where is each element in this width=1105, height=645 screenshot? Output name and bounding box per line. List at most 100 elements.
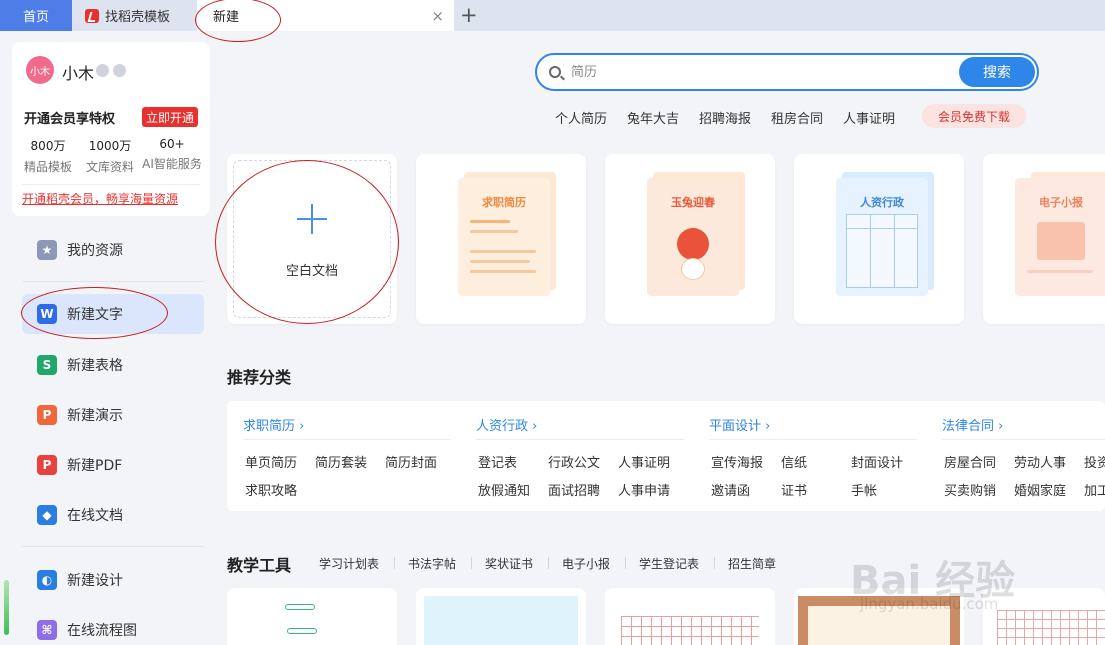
- template-card-rabbit[interactable]: 玉兔迎春: [605, 154, 775, 324]
- user-card: 小木 小木 开通会员享特权 立即开通 800万 精品模板 1000万 文库资料 …: [12, 42, 210, 216]
- stat-number: 1000万: [88, 139, 132, 153]
- category-item[interactable]: 行政公文: [548, 452, 600, 471]
- category-item[interactable]: 简历封面: [385, 452, 437, 471]
- tool-card-mindmap[interactable]: [227, 588, 397, 645]
- add-tab-icon[interactable]: +: [460, 3, 478, 27]
- open-vip-button[interactable]: 立即开通: [142, 107, 198, 127]
- chevron-right-icon: ›: [299, 419, 305, 434]
- tab-templates-label: 找稻壳模板: [105, 10, 171, 25]
- category-item[interactable]: 宣传海报: [711, 452, 763, 471]
- divider: [942, 439, 1105, 440]
- resume-thumbnail: 求职简历: [458, 178, 550, 296]
- category-item[interactable]: 封面设计: [851, 452, 903, 471]
- blank-document-card[interactable]: 空白文档: [227, 154, 397, 324]
- category-item[interactable]: 单页简历: [245, 452, 297, 471]
- category-item[interactable]: 买卖购销: [944, 480, 996, 499]
- hot-tag[interactable]: 招聘海报: [699, 108, 751, 127]
- category-item[interactable]: 人事证明: [618, 452, 670, 471]
- category-item[interactable]: 人事申请: [618, 480, 670, 499]
- stat-label: AI智能服务: [142, 157, 202, 171]
- sidebar-item-new-design[interactable]: ◐ 新建设计: [22, 560, 204, 600]
- divider: [625, 557, 626, 569]
- tab-home[interactable]: 首页: [0, 0, 72, 31]
- sidebar-item-online-doc[interactable]: ◆ 在线文档: [22, 495, 204, 535]
- tab-new-label: 新建: [213, 10, 240, 25]
- category-item[interactable]: 劳动人事: [1014, 452, 1066, 471]
- cloud-doc-icon: ◆: [37, 505, 57, 525]
- design-icon: ◐: [37, 570, 57, 590]
- category-panel: 求职简历 › 单页简历 简历套装 简历封面 求职攻略 人资行政 › 登记表 行政…: [227, 401, 1105, 511]
- category-item[interactable]: 房屋合同: [944, 452, 996, 471]
- category-item[interactable]: 手帐: [851, 480, 877, 499]
- hot-tag[interactable]: 兔年大吉: [627, 108, 679, 127]
- scrollbar[interactable]: [4, 580, 9, 635]
- user-name: 小木: [62, 64, 95, 83]
- table-rule: [870, 214, 871, 288]
- hr-thumbnail: 人资行政: [836, 178, 928, 296]
- category-item[interactable]: 简历套装: [315, 452, 367, 471]
- avatar[interactable]: 小木: [26, 56, 54, 84]
- category-item[interactable]: 婚姻家庭: [1014, 480, 1066, 499]
- hot-tag[interactable]: 人事证明: [843, 108, 895, 127]
- category-item[interactable]: 投资: [1084, 452, 1105, 471]
- tool-card-composition[interactable]: [605, 588, 775, 645]
- sidebar-item-label: 新建PDF: [67, 458, 123, 474]
- category-item[interactable]: 登记表: [478, 452, 517, 471]
- tool-card-newspaper[interactable]: [416, 588, 586, 645]
- vip-promo-link[interactable]: 开通稻壳会员，畅享海量资源: [22, 190, 178, 207]
- hot-tag[interactable]: 租房合同: [771, 108, 823, 127]
- free-download-button[interactable]: 会员免费下载: [922, 104, 1026, 128]
- tab-new[interactable]: 新建 ×: [197, 0, 454, 31]
- divider: [394, 557, 395, 569]
- vip-label: 开通会员享特权: [24, 112, 116, 127]
- category-head-label: 平面设计: [709, 419, 762, 434]
- sidebar-item-my-resources[interactable]: ★ 我的资源: [22, 230, 204, 270]
- chevron-right-icon: ›: [765, 419, 771, 434]
- sidebar-item-new-presentation[interactable]: P 新建演示: [22, 395, 204, 435]
- pdf-icon: P: [37, 455, 57, 475]
- sidebar-item-label: 新建演示: [67, 408, 123, 424]
- category-item[interactable]: 信纸: [781, 452, 807, 471]
- divider: [22, 184, 200, 185]
- table-illustration-icon: [846, 214, 918, 288]
- category-item[interactable]: 加工: [1084, 480, 1105, 499]
- hot-tag[interactable]: 个人简历: [555, 108, 607, 127]
- thumbnail-title: 人资行政: [860, 196, 904, 209]
- grid-paper-icon: [621, 616, 759, 645]
- star-icon: ★: [37, 240, 57, 260]
- tools-tab[interactable]: 学习计划表: [319, 555, 379, 572]
- template-card-newspaper[interactable]: 电子小报: [983, 154, 1105, 324]
- sidebar-item-new-spreadsheet[interactable]: S 新建表格: [22, 345, 204, 385]
- category-item[interactable]: 面试招聘: [548, 480, 600, 499]
- newspaper-thumbnail: 电子小报: [1015, 178, 1105, 296]
- search-button[interactable]: 搜索: [959, 57, 1035, 87]
- thumbnail-line: [470, 250, 536, 253]
- stat-number: 60+: [159, 137, 185, 151]
- sidebar-item-new-pdf[interactable]: P 新建PDF: [22, 445, 204, 485]
- search-icon: [549, 66, 561, 78]
- template-card-hr[interactable]: 人资行政: [794, 154, 964, 324]
- category-head-hr[interactable]: 人资行政 ›: [476, 415, 537, 434]
- tools-tab[interactable]: 书法字帖: [408, 555, 456, 572]
- template-card-resume[interactable]: 求职简历: [416, 154, 586, 324]
- tools-tab[interactable]: 奖状证书: [485, 555, 533, 572]
- member-badge-icon: [96, 64, 109, 77]
- sidebar-item-flowchart[interactable]: ⌘ 在线流程图: [22, 610, 204, 645]
- tools-tab[interactable]: 电子小报: [562, 555, 610, 572]
- category-head-graphic[interactable]: 平面设计 ›: [709, 415, 770, 434]
- tools-tab[interactable]: 学生登记表: [639, 555, 699, 572]
- category-item[interactable]: 求职攻略: [245, 480, 297, 499]
- thumbnail-line: [470, 270, 536, 273]
- category-item[interactable]: 邀请函: [711, 480, 750, 499]
- category-head-legal[interactable]: 法律合同 ›: [942, 415, 1003, 434]
- search-input[interactable]: [571, 61, 951, 83]
- category-item[interactable]: 证书: [781, 480, 807, 499]
- stat-label: 文库资料: [85, 160, 134, 174]
- category-head-resume[interactable]: 求职简历 ›: [243, 415, 304, 434]
- close-tab-icon[interactable]: ×: [431, 7, 444, 25]
- tab-templates[interactable]: 找稻壳模板: [73, 0, 195, 31]
- tools-tab[interactable]: 招生简章: [728, 555, 776, 572]
- category-item[interactable]: 放假通知: [478, 480, 530, 499]
- sidebar-item-label: 新建表格: [67, 358, 123, 374]
- sidebar-item-new-writer[interactable]: W 新建文字: [22, 294, 204, 334]
